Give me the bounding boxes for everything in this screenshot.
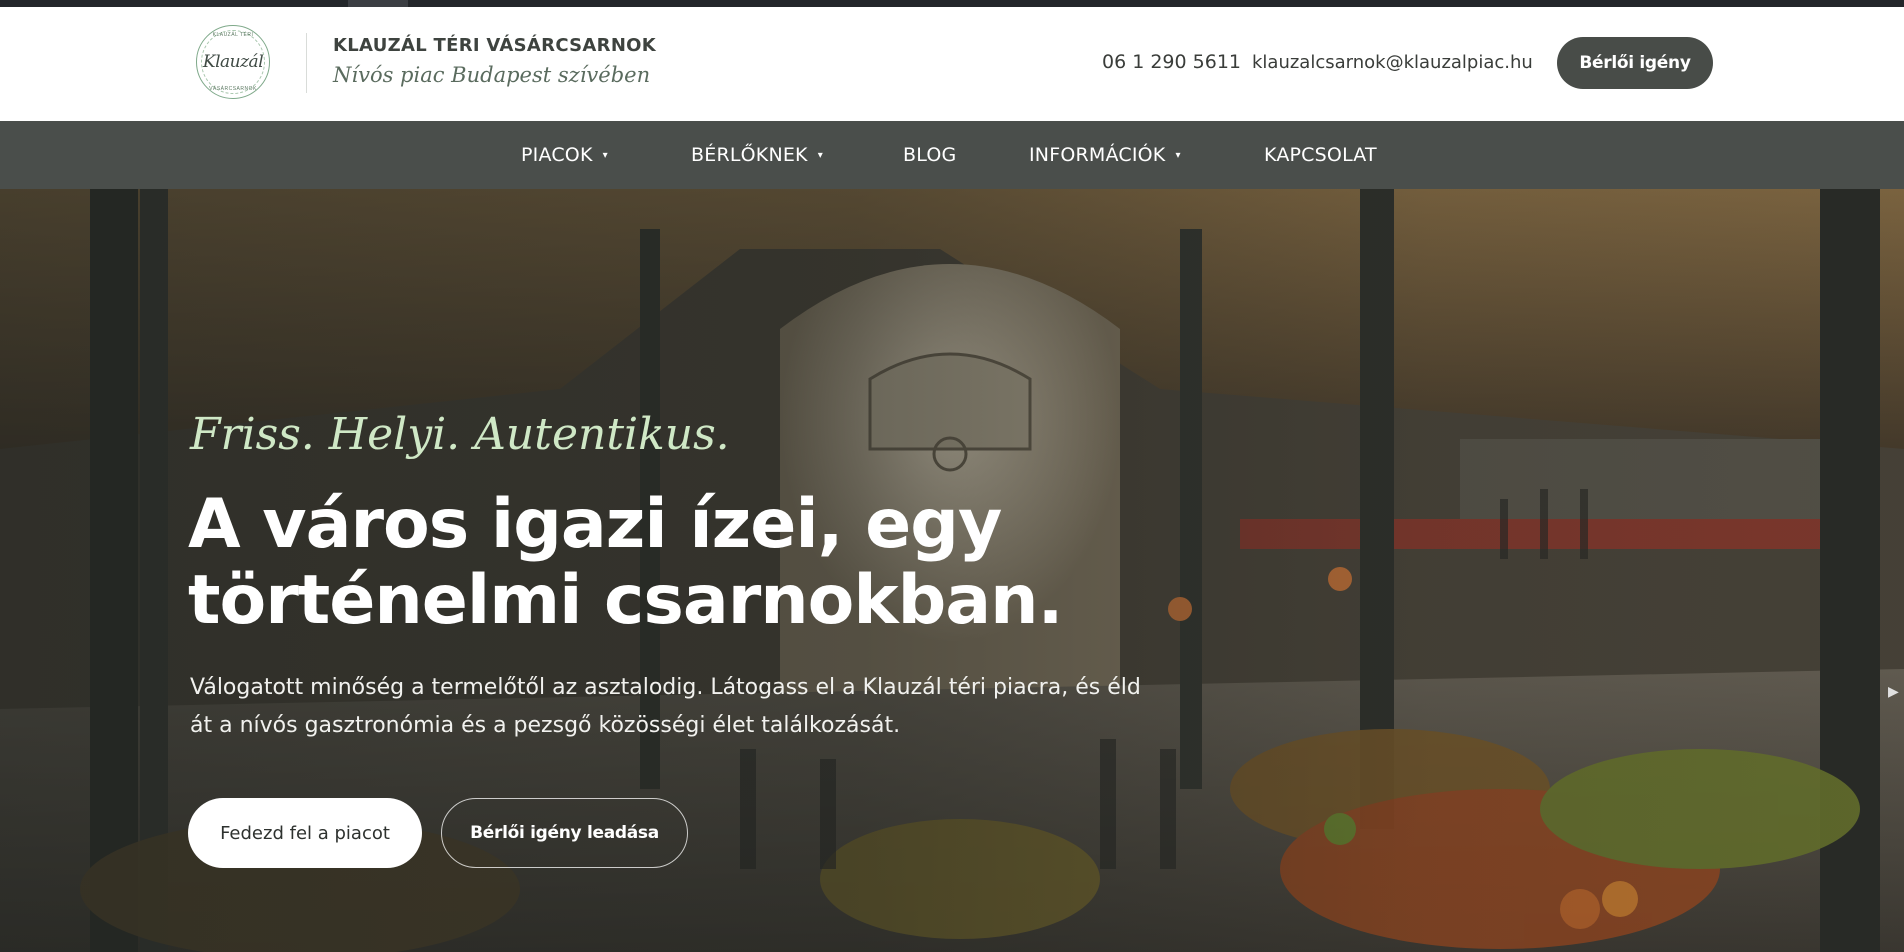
nav-item-label: PIACOK: [521, 144, 593, 166]
hero-section: Friss. Helyi. Autentikus. A város igazi …: [0, 189, 1904, 952]
nav-item-informaciok[interactable]: INFORMÁCIÓK ▾: [1029, 121, 1181, 189]
brand-name[interactable]: KLAUZÁL TÉRI VÁSÁRCSARNOK: [333, 35, 656, 56]
submit-tenant-request-button[interactable]: Bérlői igény leadása: [441, 798, 688, 868]
nav-item-blog[interactable]: BLOG: [903, 121, 956, 189]
logo-arc-top: KLAUZÁL TÉRI: [212, 32, 254, 38]
logo-inner-ring: Klauzál: [201, 30, 265, 94]
site-header: KLAUZÁL TÉRI Klauzál VÁSÁRCSARNOK KLAUZÁ…: [0, 7, 1904, 121]
nav-item-piacok[interactable]: PIACOK ▾: [521, 121, 608, 189]
nav-item-label: BÉRLŐKNEK: [691, 144, 808, 166]
top-strip-highlight: [348, 0, 408, 7]
nav-item-kapcsolat[interactable]: KAPCSOLAT: [1264, 121, 1377, 189]
caret-down-icon: ▾: [817, 149, 823, 161]
header-divider: [306, 33, 307, 93]
hero-tagline: Friss. Helyi. Autentikus.: [190, 409, 730, 460]
hero-headline: A város igazi ízei, egy történelmi csarn…: [188, 485, 1063, 640]
logo-arc-bottom: VÁSÁRCSARNOK: [209, 86, 257, 92]
phone-link[interactable]: 06 1 290 5611: [1102, 51, 1241, 73]
chevron-right-icon[interactable]: ▶: [1888, 683, 1899, 700]
logo-script: Klauzál: [202, 52, 264, 72]
logo[interactable]: KLAUZÁL TÉRI Klauzál VÁSÁRCSARNOK: [196, 25, 270, 99]
explore-market-button[interactable]: Fedezd fel a piacot: [188, 798, 422, 868]
nav-item-label: INFORMÁCIÓK: [1029, 144, 1166, 166]
nav-item-berloknek[interactable]: BÉRLŐKNEK ▾: [691, 121, 823, 189]
top-strip: [0, 0, 1904, 7]
email-link[interactable]: klauzalcsarnok@klauzalpiac.hu: [1252, 52, 1533, 73]
tenant-request-button[interactable]: Bérlői igény: [1557, 37, 1713, 89]
nav-item-label: BLOG: [903, 144, 957, 166]
main-nav: PIACOK ▾ BÉRLŐKNEK ▾ BLOG INFORMÁCIÓK ▾ …: [0, 121, 1904, 189]
caret-down-icon: ▾: [602, 149, 608, 161]
hero-lead-text: Válogatott minőség a termelőtől az aszta…: [190, 675, 1141, 738]
brand-tagline: Nívós piac Budapest szívében: [333, 63, 651, 87]
caret-down-icon: ▾: [1175, 149, 1181, 161]
nav-item-label: KAPCSOLAT: [1264, 144, 1377, 166]
